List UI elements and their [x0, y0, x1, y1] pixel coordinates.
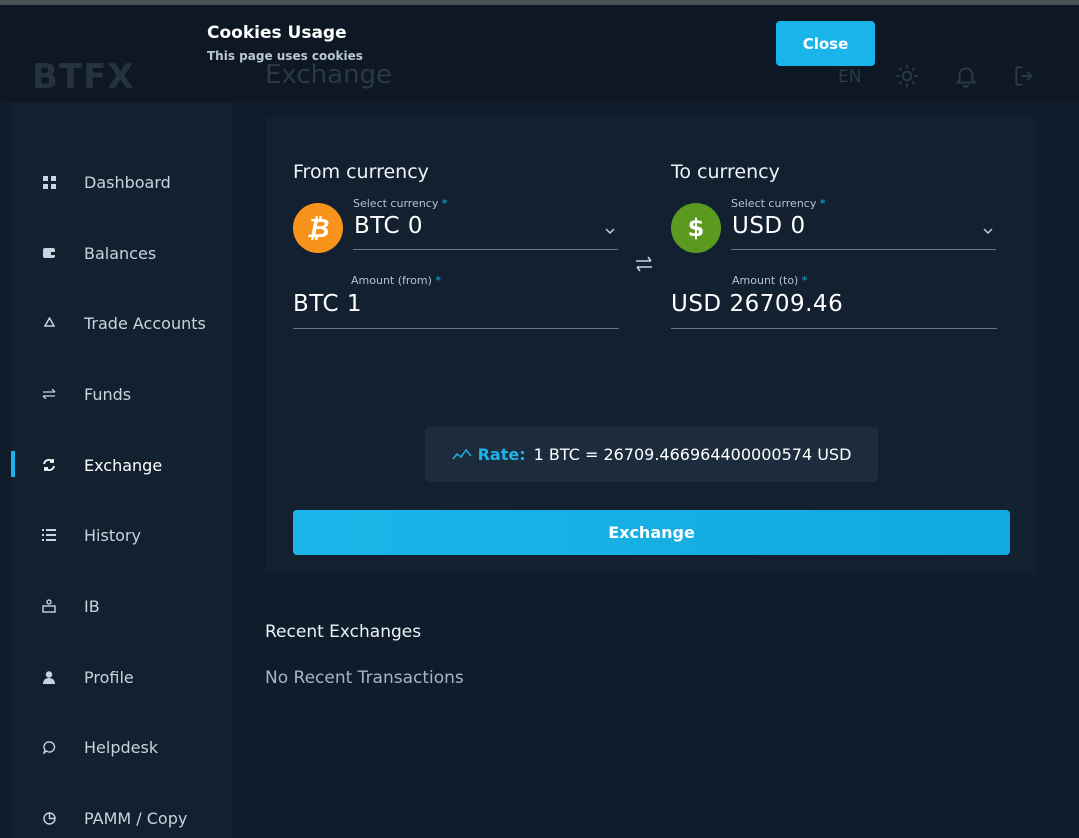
- rate-value: 1 BTC = 26709.466964400000574 USD: [533, 445, 852, 464]
- to-currency-select[interactable]: USD 0: [732, 213, 806, 239]
- cookie-banner-text: This page uses cookies: [207, 49, 363, 63]
- required-mark: *: [441, 197, 448, 210]
- sidebar-item-label: Dashboard: [84, 172, 171, 192]
- bitcoin-coin-icon: ₿: [293, 203, 343, 253]
- chat-icon: [41, 739, 57, 755]
- chevron-down-icon[interactable]: [982, 225, 994, 237]
- sidebar-item-exchange[interactable]: Exchange: [11, 445, 232, 485]
- sidebar-nav: Dashboard Balances Trade Accounts Funds …: [11, 102, 232, 838]
- recent-exchanges-title: Recent Exchanges: [265, 622, 422, 642]
- required-mark: *: [801, 274, 808, 287]
- sidebar-item-label: Helpdesk: [84, 737, 159, 757]
- to-amount-underline: [671, 328, 997, 329]
- user-icon: [41, 669, 57, 685]
- dollar-coin-icon: $: [671, 203, 721, 253]
- sidebar-item-label: IB: [84, 596, 100, 616]
- sidebar-item-label: Trade Accounts: [84, 313, 206, 333]
- chevron-down-icon[interactable]: [604, 225, 616, 237]
- to-amount-label: Amount (to) *: [732, 274, 807, 287]
- sidebar-item-dashboard[interactable]: Dashboard: [11, 162, 232, 202]
- sidebar-item-balances[interactable]: Balances: [11, 233, 232, 273]
- from-select-label-text: Select currency: [353, 197, 439, 210]
- cookie-banner-title: Cookies Usage: [207, 23, 347, 43]
- exchange-submit-button[interactable]: Exchange: [293, 510, 1010, 555]
- transfer-icon: [41, 386, 57, 402]
- from-amount-underline: [293, 328, 619, 329]
- sidebar-item-profile[interactable]: Profile: [11, 657, 232, 697]
- from-currency-select[interactable]: BTC 0: [354, 213, 423, 239]
- grid-icon: [41, 174, 57, 190]
- to-amount-label-text: Amount (to): [732, 274, 799, 287]
- from-select-label: Select currency *: [353, 197, 447, 210]
- cookie-close-button[interactable]: Close: [776, 21, 875, 66]
- network-icon: [41, 598, 57, 614]
- recent-exchanges-empty: No Recent Transactions: [265, 668, 464, 688]
- swap-currencies-icon[interactable]: [632, 252, 656, 276]
- exchange-rate-box: Rate: 1 BTC = 26709.466964400000574 USD: [425, 427, 878, 482]
- to-select-label-text: Select currency: [731, 197, 817, 210]
- sidebar-item-trade-accounts[interactable]: Trade Accounts: [11, 303, 232, 343]
- sidebar-item-label: Balances: [84, 243, 157, 263]
- required-mark: *: [435, 274, 441, 287]
- sidebar-item-label: Exchange: [84, 455, 163, 475]
- bitcoin-symbol: ₿: [306, 213, 330, 244]
- cookie-banner: Cookies Usage This page uses cookies Clo…: [0, 5, 1079, 69]
- trend-line-icon: [452, 448, 472, 459]
- to-select-underline: [731, 249, 996, 250]
- sidebar-item-label: PAMM / Copy: [84, 808, 188, 828]
- from-currency-title: From currency: [293, 161, 429, 183]
- from-amount-label-text: Amount (from): [351, 274, 432, 287]
- to-select-label: Select currency *: [731, 197, 825, 210]
- list-icon: [41, 527, 57, 543]
- wallet-icon: [41, 245, 57, 261]
- pie-icon: [41, 810, 57, 826]
- sync-icon: [41, 457, 57, 473]
- language-selector[interactable]: EN: [838, 67, 861, 87]
- main-content: From currency ₿ Select currency * BTC 0 …: [232, 102, 1079, 838]
- sidebar-item-label: Profile: [84, 667, 134, 687]
- to-currency-title: To currency: [671, 161, 780, 183]
- rate-label: Rate:: [477, 445, 526, 464]
- sidebar-item-label: Funds: [84, 384, 132, 404]
- from-select-underline: [353, 249, 618, 250]
- dollar-symbol: $: [687, 214, 705, 242]
- sidebar-item-pamm-copy[interactable]: PAMM / Copy: [11, 798, 232, 838]
- sidebar-item-label: History: [84, 525, 141, 545]
- from-amount-input[interactable]: BTC 1: [293, 291, 362, 317]
- sidebar-item-helpdesk[interactable]: Helpdesk: [11, 727, 232, 767]
- to-amount-input[interactable]: USD 26709.46: [671, 291, 843, 317]
- sidebar-item-ib[interactable]: IB: [11, 586, 232, 626]
- exchange-card: From currency ₿ Select currency * BTC 0 …: [266, 118, 1036, 572]
- from-amount-label: Amount (from) *: [351, 274, 441, 287]
- sidebar-item-funds[interactable]: Funds: [11, 374, 232, 414]
- recycle-icon: [41, 315, 57, 331]
- required-mark: *: [819, 197, 826, 210]
- sidebar-item-history[interactable]: History: [11, 515, 232, 555]
